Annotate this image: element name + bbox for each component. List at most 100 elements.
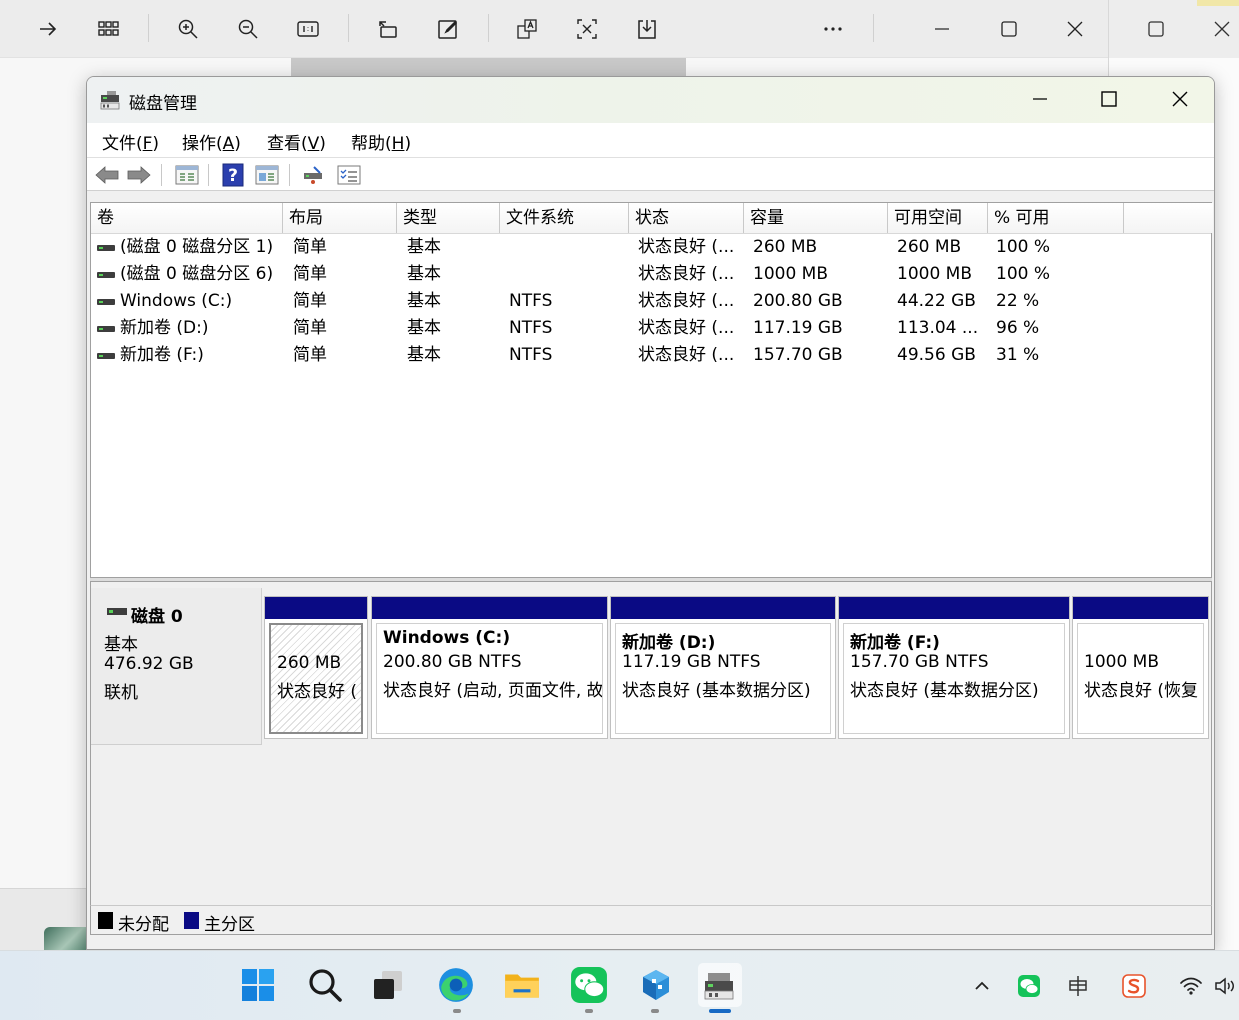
edge-icon[interactable]: [434, 963, 478, 1007]
menu-help-tail: ): [404, 134, 412, 154]
cell-percent-free: 100 %: [996, 237, 1051, 257]
legend-primary-swatch: [184, 912, 199, 929]
menu-file-label: 文件(: [102, 134, 143, 154]
disk-name: 磁盘 0: [131, 607, 183, 627]
file-explorer-icon[interactable]: [500, 963, 544, 1007]
windows-start-icon[interactable]: [236, 963, 280, 1007]
table-row[interactable]: (磁盘 0 磁盘分区 6) 简单 基本 状态良好 (... 1000 MB 10…: [91, 261, 1211, 288]
volume-icon[interactable]: [1212, 973, 1238, 999]
table-row[interactable]: 新加卷 (D:) 简单 基本 NTFS 状态良好 (... 117.19 GB …: [91, 315, 1211, 342]
forward-icon[interactable]: [125, 163, 153, 187]
col-header-percent-free[interactable]: % 可用: [988, 203, 1124, 233]
maximize-button[interactable]: [1075, 77, 1143, 121]
partition-size: 200.80 GB NTFS: [383, 652, 522, 672]
minimize-icon[interactable]: [922, 9, 962, 49]
cell-filesystem: NTFS: [509, 345, 553, 365]
background-window-accent: [1197, 0, 1239, 6]
actual-size-icon[interactable]: [288, 9, 328, 49]
chevron-up-icon[interactable]: [969, 973, 995, 999]
maximize-icon: [1101, 91, 1117, 107]
partition-recovery[interactable]: 1000 MB 状态良好 (恢复: [1072, 596, 1209, 739]
partition-name: 新加卷 (F:): [850, 633, 940, 653]
list-view-icon[interactable]: [173, 163, 201, 187]
cell-percent-free: 100 %: [996, 264, 1051, 284]
cell-capacity: 117.19 GB: [753, 318, 843, 338]
partition-f[interactable]: 新加卷 (F:) 157.70 GB NTFS 状态良好 (基本数据分区): [838, 596, 1070, 739]
partition-size: 260 MB: [277, 653, 342, 673]
cell-status: 状态良好 (...: [638, 291, 735, 311]
crop-text-icon[interactable]: [567, 9, 607, 49]
disk-management-active-indicator: [709, 1009, 731, 1013]
legend: 未分配 主分区: [90, 905, 1212, 935]
disk-kind: 基本: [104, 635, 138, 655]
rotate-icon[interactable]: [367, 9, 407, 49]
more-icon[interactable]: [813, 9, 853, 49]
background-close-icon[interactable]: [1211, 18, 1233, 40]
wifi-icon[interactable]: [1178, 973, 1204, 999]
partition-1[interactable]: 260 MB 状态良好 (: [264, 596, 368, 739]
translate-icon[interactable]: [507, 9, 547, 49]
disk-management-taskbar-icon[interactable]: [698, 963, 742, 1007]
wechat-icon[interactable]: [567, 963, 611, 1007]
col-header-filesystem[interactable]: 文件系统: [500, 203, 629, 233]
app-cube-icon[interactable]: [634, 963, 678, 1007]
zoom-out-icon[interactable]: [228, 9, 268, 49]
table-row[interactable]: (磁盘 0 磁盘分区 1) 简单 基本 状态良好 (... 260 MB 260…: [91, 234, 1211, 261]
wechat-tray-icon[interactable]: [1016, 973, 1042, 999]
cell-capacity: 200.80 GB: [753, 291, 843, 311]
disk-icon: [107, 608, 127, 615]
maximize-icon[interactable]: [989, 9, 1029, 49]
thumbnail-image[interactable]: [44, 927, 86, 951]
edit-icon[interactable]: [428, 9, 468, 49]
cell-volume: 新加卷 (D:): [120, 318, 209, 338]
app-running-indicator: [651, 1009, 659, 1013]
table-row[interactable]: 新加卷 (F:) 简单 基本 NTFS 状态良好 (... 157.70 GB …: [91, 342, 1211, 369]
partition-status: 状态良好 (基本数据分区): [622, 681, 811, 701]
disk-0-label[interactable]: 磁盘 0 基本 476.92 GB 联机: [91, 588, 262, 745]
title-bar[interactable]: 磁盘管理: [87, 77, 1214, 123]
close-icon[interactable]: [1055, 9, 1095, 49]
disk-management-window: 磁盘管理 文件(F) 操作(A) 查看(V) 帮助(H) ? 卷 布局 类型 文…: [86, 76, 1215, 950]
checklist-icon[interactable]: [335, 163, 363, 187]
menu-view-tail: ): [319, 134, 326, 154]
disk-size: 476.92 GB: [104, 654, 194, 674]
partition-c[interactable]: Windows (C:) 200.80 GB NTFS 状态良好 (启动, 页面…: [371, 596, 608, 739]
partition-size: 117.19 GB NTFS: [622, 652, 761, 672]
menu-action[interactable]: 操作(A): [178, 129, 245, 154]
search-icon[interactable]: [303, 963, 347, 1007]
properties-icon[interactable]: [253, 163, 281, 187]
cell-percent-free: 22 %: [996, 291, 1040, 311]
menu-view[interactable]: 查看(V): [263, 129, 330, 154]
sogou-icon[interactable]: [1121, 973, 1147, 999]
connect-icon[interactable]: [299, 163, 327, 187]
arrow-right-icon[interactable]: [28, 9, 68, 49]
cell-free-space: 1000 MB: [897, 264, 972, 284]
background-maximize-icon[interactable]: [1145, 18, 1167, 40]
col-header-type[interactable]: 类型: [397, 203, 500, 233]
cell-free-space: 113.04 ...: [897, 318, 979, 338]
col-header-free-space[interactable]: 可用空间: [888, 203, 988, 233]
help-icon[interactable]: ?: [219, 163, 247, 187]
menu-file[interactable]: 文件(F): [98, 129, 163, 154]
zoom-in-icon[interactable]: [168, 9, 208, 49]
back-icon[interactable]: [93, 163, 121, 187]
col-header-capacity[interactable]: 容量: [744, 203, 888, 233]
partition-d[interactable]: 新加卷 (D:) 117.19 GB NTFS 状态良好 (基本数据分区): [610, 596, 836, 739]
volume-icon: [97, 353, 115, 359]
partition-status: 状态良好 (: [277, 682, 358, 702]
close-button[interactable]: [1146, 77, 1214, 121]
ime-icon[interactable]: [1065, 973, 1091, 999]
menu-help-label: 帮助(: [351, 134, 392, 154]
save-icon[interactable]: [627, 9, 667, 49]
menu-help[interactable]: 帮助(H): [347, 129, 415, 154]
minimize-button[interactable]: [1006, 77, 1074, 121]
partition-status: 状态良好 (启动, 页面文件, 故: [383, 681, 603, 701]
grid-icon[interactable]: [88, 9, 128, 49]
task-view-icon[interactable]: [366, 963, 410, 1007]
partition-status: 状态良好 (恢复: [1084, 681, 1199, 701]
table-row[interactable]: Windows (C:) 简单 基本 NTFS 状态良好 (... 200.80…: [91, 288, 1211, 315]
volume-icon: [97, 272, 115, 278]
col-header-volume[interactable]: 卷: [91, 203, 283, 233]
col-header-layout[interactable]: 布局: [283, 203, 397, 233]
col-header-status[interactable]: 状态: [629, 203, 744, 233]
